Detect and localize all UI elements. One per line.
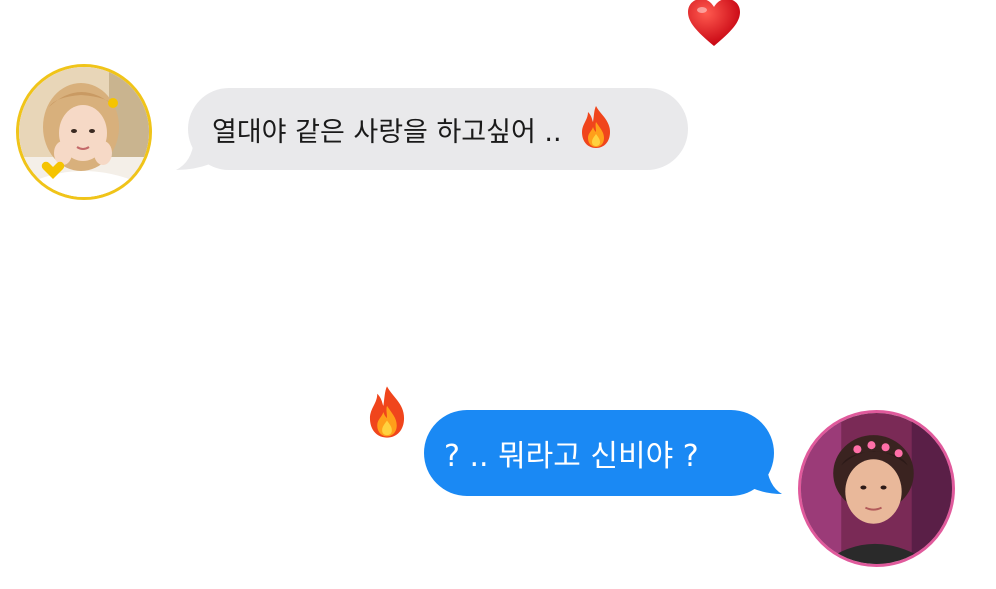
sent-message-text: ? .. 뭐라고 신비야 ? [444, 439, 699, 474]
sent-message-bubble[interactable]: ? .. 뭐라고 신비야 ? [424, 410, 774, 496]
avatar-photo [19, 67, 149, 197]
fire-icon [576, 104, 616, 150]
contact-avatar[interactable] [16, 64, 152, 200]
received-message-text: 열대야 같은 사랑을 하고싶어 .. [212, 116, 562, 148]
heart-icon [686, 0, 742, 48]
avatar-photo [801, 413, 952, 564]
fire-icon [362, 384, 412, 440]
user-avatar[interactable] [798, 410, 955, 567]
received-message-bubble[interactable]: 열대야 같은 사랑을 하고싶어 .. [188, 88, 688, 170]
